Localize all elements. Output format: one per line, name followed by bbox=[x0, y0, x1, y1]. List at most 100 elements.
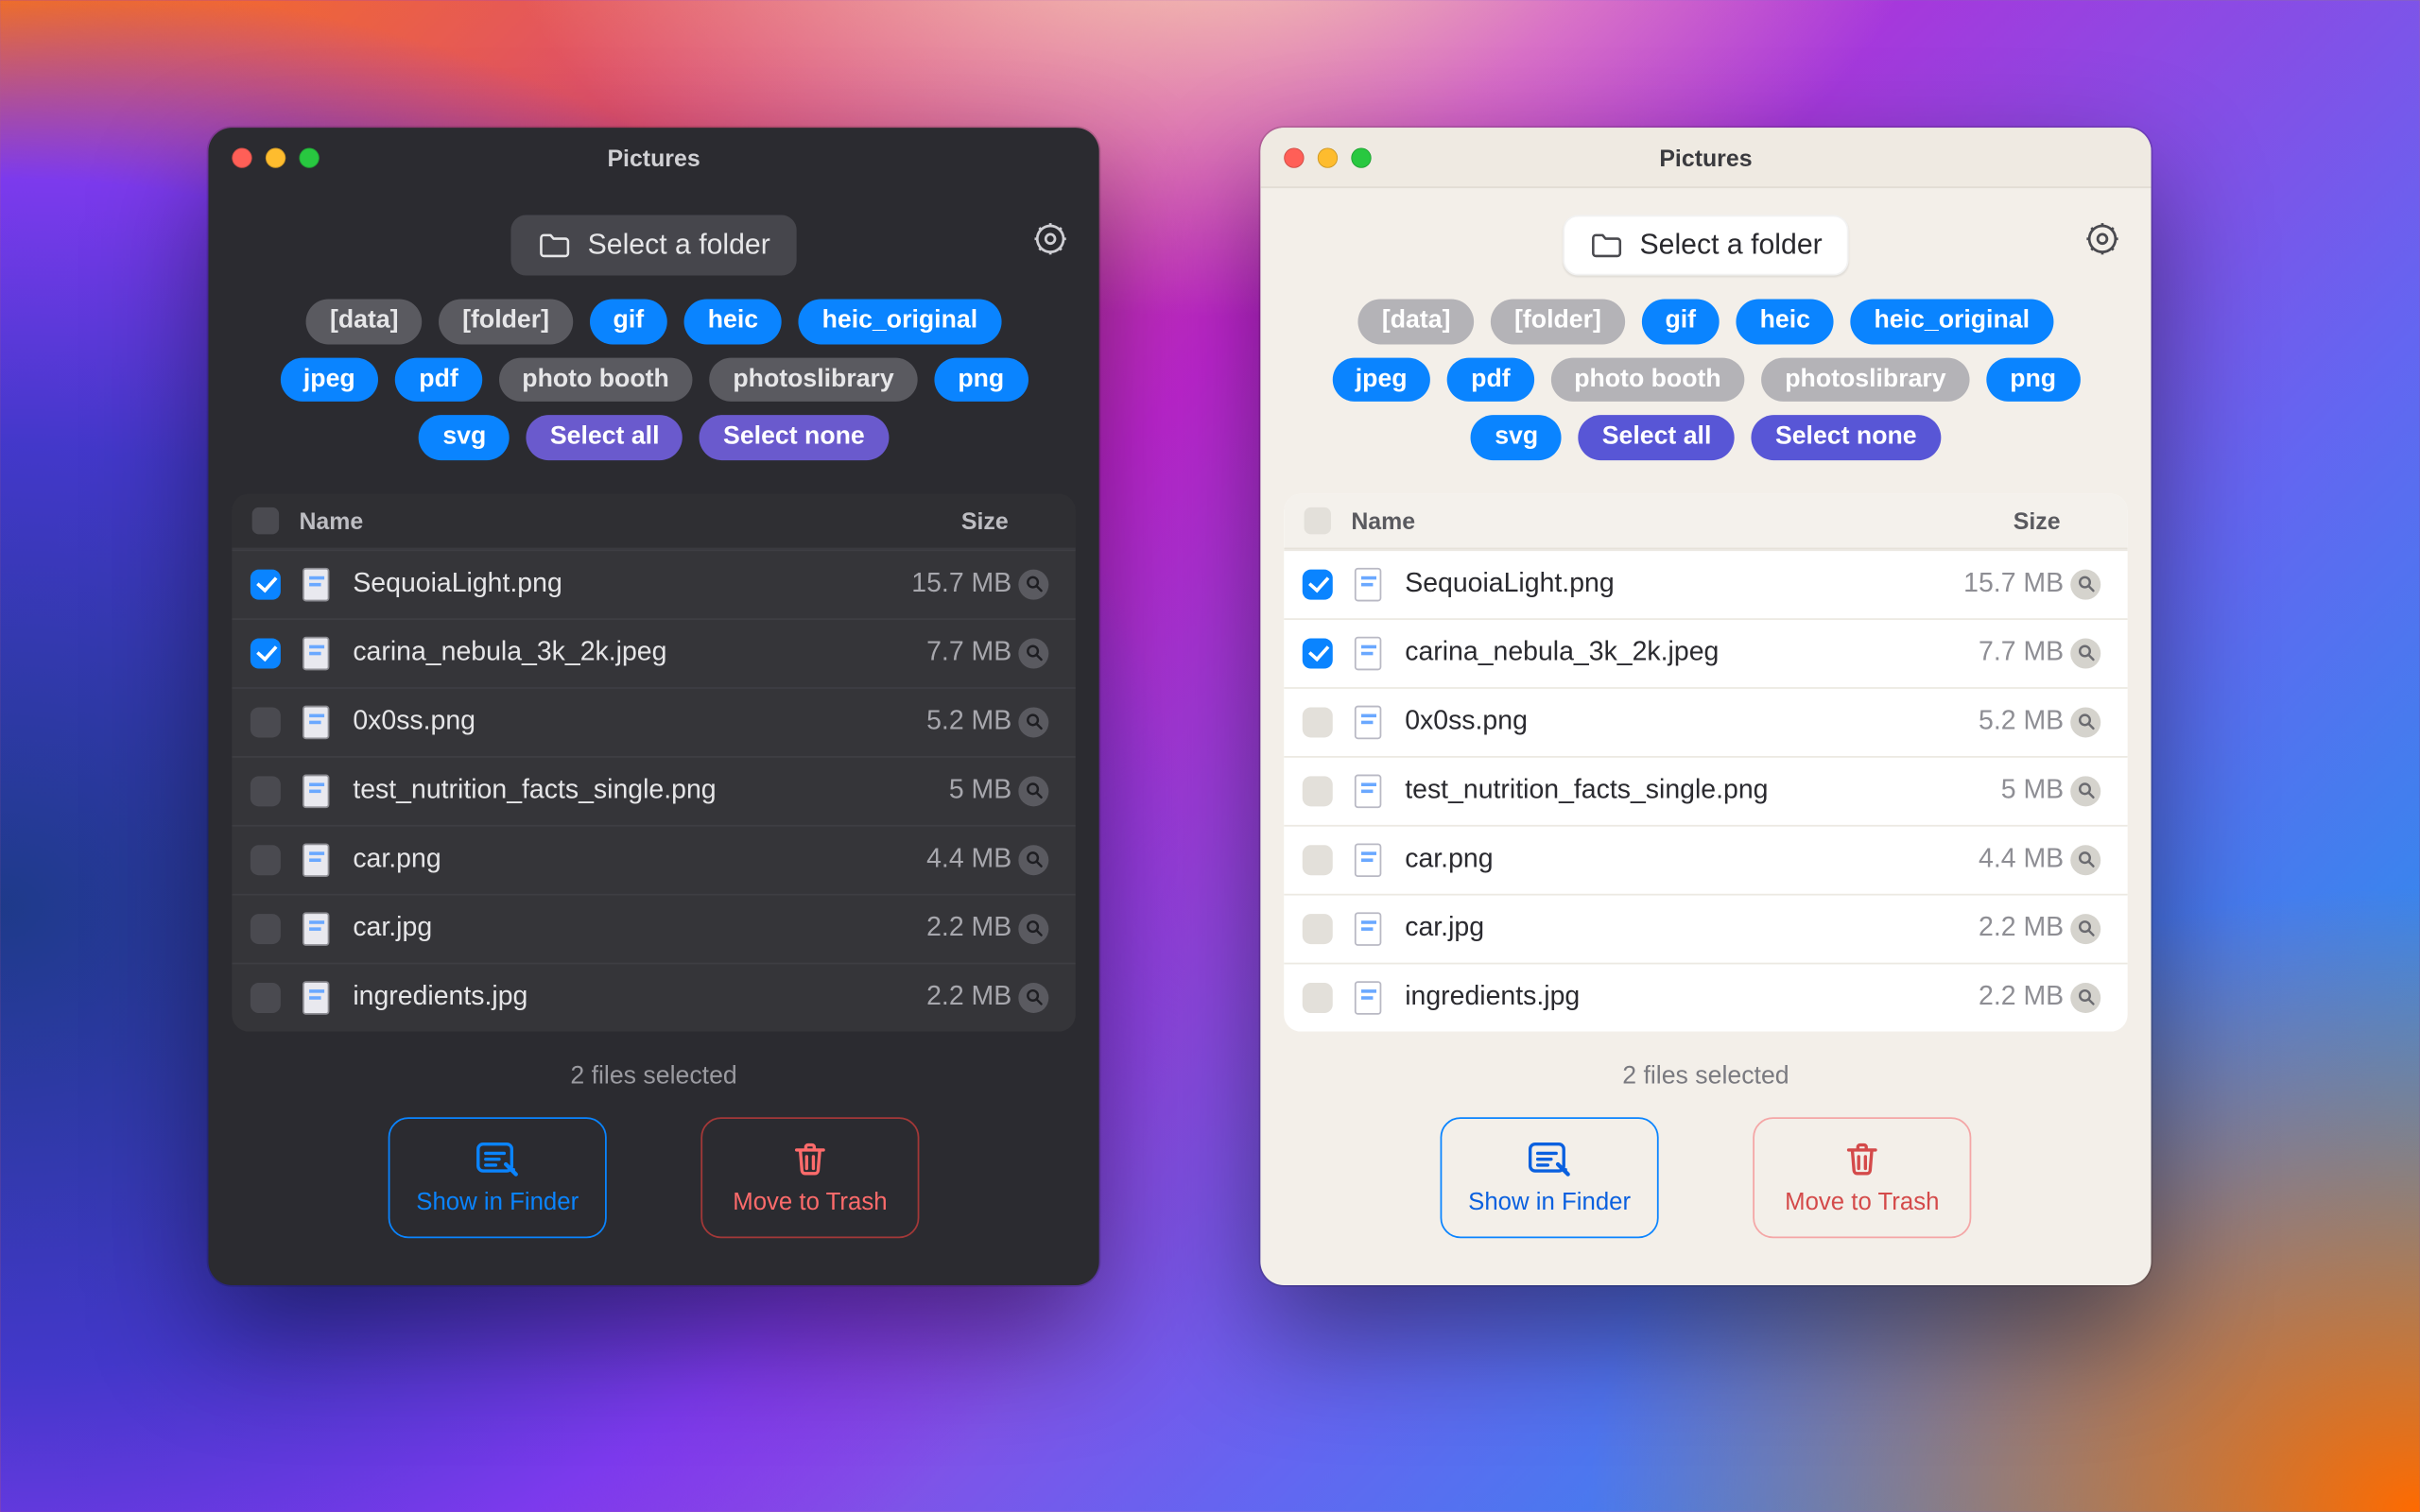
folder-icon bbox=[537, 232, 571, 258]
filter-chip[interactable]: pdf bbox=[1447, 357, 1533, 402]
quicklook-button[interactable] bbox=[2070, 638, 2100, 668]
filter-chip[interactable]: pdf bbox=[395, 357, 481, 402]
selection-status: 2 files selected bbox=[1260, 1031, 2151, 1103]
file-name: carina_nebula_3k_2k.jpeg bbox=[1392, 638, 1912, 668]
quicklook-button[interactable] bbox=[1018, 913, 1048, 943]
table-row[interactable]: car.jpg2.2 MB bbox=[1284, 893, 2127, 962]
file-name: test_nutrition_facts_single.png bbox=[1392, 775, 1912, 805]
row-checkbox[interactable] bbox=[1303, 707, 1333, 737]
row-checkbox[interactable] bbox=[251, 844, 281, 874]
filter-chip[interactable]: gif bbox=[590, 299, 667, 343]
settings-button[interactable] bbox=[2083, 220, 2120, 266]
row-checkbox[interactable] bbox=[1303, 569, 1333, 599]
row-checkbox[interactable] bbox=[1303, 982, 1333, 1012]
row-checkbox[interactable] bbox=[251, 775, 281, 805]
table-row[interactable]: carina_nebula_3k_2k.jpeg7.7 MB bbox=[1284, 617, 2127, 686]
quicklook-button[interactable] bbox=[1018, 569, 1048, 599]
table-row[interactable]: car.jpg2.2 MB bbox=[232, 893, 1075, 962]
select-none-button[interactable]: Select none bbox=[1752, 415, 1940, 459]
filter-chip[interactable]: [folder] bbox=[1491, 299, 1625, 343]
table-row[interactable]: SequoiaLight.png15.7 MB bbox=[1284, 548, 2127, 617]
table-row[interactable]: car.png4.4 MB bbox=[1284, 824, 2127, 893]
quicklook-button[interactable] bbox=[1018, 638, 1048, 668]
file-icon bbox=[302, 843, 329, 877]
quicklook-button[interactable] bbox=[2070, 775, 2100, 805]
select-all-button[interactable]: Select all bbox=[1579, 415, 1735, 459]
quicklook-button[interactable] bbox=[2070, 844, 2100, 874]
column-name-header[interactable]: Name bbox=[299, 507, 860, 533]
show-in-finder-button[interactable]: Show in Finder bbox=[389, 1116, 607, 1237]
filter-chip[interactable]: heic bbox=[1737, 299, 1834, 343]
header-checkbox[interactable] bbox=[1305, 507, 1331, 533]
filter-chip[interactable]: gif bbox=[1642, 299, 1720, 343]
table-row[interactable]: test_nutrition_facts_single.png5 MB bbox=[1284, 755, 2127, 824]
quicklook-button[interactable] bbox=[1018, 982, 1048, 1012]
table-row[interactable]: 0x0ss.png5.2 MB bbox=[232, 686, 1075, 755]
table-row[interactable]: SequoiaLight.png15.7 MB bbox=[232, 548, 1075, 617]
row-checkbox[interactable] bbox=[251, 707, 281, 737]
row-checkbox[interactable] bbox=[1303, 775, 1333, 805]
filter-chip[interactable]: [data] bbox=[306, 299, 422, 343]
filter-chip[interactable]: heic_original bbox=[1851, 299, 2053, 343]
select-none-button[interactable]: Select none bbox=[700, 415, 888, 459]
quicklook-button[interactable] bbox=[2070, 569, 2100, 599]
quicklook-button[interactable] bbox=[1018, 707, 1048, 737]
table-row[interactable]: carina_nebula_3k_2k.jpeg7.7 MB bbox=[232, 617, 1075, 686]
row-checkbox[interactable] bbox=[251, 638, 281, 668]
filter-chip[interactable]: photo booth bbox=[1550, 357, 1744, 402]
file-icon bbox=[1355, 843, 1381, 877]
row-checkbox[interactable] bbox=[1303, 638, 1333, 668]
select-folder-button[interactable]: Select a folder bbox=[510, 215, 797, 276]
filter-chip[interactable]: heic_original bbox=[799, 299, 1001, 343]
table-body: SequoiaLight.png15.7 MBcarina_nebula_3k_… bbox=[1284, 548, 2127, 1030]
toolbar: Select a folder bbox=[1260, 188, 2151, 289]
table-row[interactable]: 0x0ss.png5.2 MB bbox=[1284, 686, 2127, 755]
filter-chip[interactable]: photoslibrary bbox=[709, 357, 917, 402]
column-size-header[interactable]: Size bbox=[1912, 507, 2064, 533]
settings-button[interactable] bbox=[1032, 220, 1069, 266]
file-name: ingredients.jpg bbox=[339, 982, 860, 1012]
file-size: 5 MB bbox=[1912, 775, 2064, 805]
row-checkbox[interactable] bbox=[251, 982, 281, 1012]
column-name-header[interactable]: Name bbox=[1351, 507, 1912, 533]
filter-chip[interactable]: svg bbox=[419, 415, 510, 459]
quicklook-button[interactable] bbox=[2070, 982, 2100, 1012]
file-size: 2.2 MB bbox=[860, 913, 1011, 943]
filter-chip[interactable]: heic bbox=[684, 299, 782, 343]
select-all-button[interactable]: Select all bbox=[527, 415, 683, 459]
window-title: Pictures bbox=[208, 145, 1098, 171]
file-icon bbox=[1355, 705, 1381, 739]
file-icon bbox=[1355, 636, 1381, 670]
table-row[interactable]: car.png4.4 MB bbox=[232, 824, 1075, 893]
quicklook-button[interactable] bbox=[2070, 913, 2100, 943]
quicklook-button[interactable] bbox=[1018, 775, 1048, 805]
quicklook-button[interactable] bbox=[2070, 707, 2100, 737]
row-checkbox[interactable] bbox=[1303, 913, 1333, 943]
table-row[interactable]: test_nutrition_facts_single.png5 MB bbox=[232, 755, 1075, 824]
move-to-trash-button[interactable]: Move to Trash bbox=[700, 1116, 919, 1237]
filter-chip[interactable]: svg bbox=[1471, 415, 1562, 459]
finder-select-icon bbox=[474, 1138, 521, 1178]
select-folder-button[interactable]: Select a folder bbox=[1563, 215, 1849, 276]
filter-chip[interactable]: jpeg bbox=[280, 357, 379, 402]
column-size-header[interactable]: Size bbox=[860, 507, 1011, 533]
filter-chip[interactable]: png bbox=[934, 357, 1028, 402]
row-checkbox[interactable] bbox=[251, 569, 281, 599]
file-icon bbox=[1355, 567, 1381, 601]
table-row[interactable]: ingredients.jpg2.2 MB bbox=[232, 962, 1075, 1031]
row-checkbox[interactable] bbox=[251, 913, 281, 943]
filter-chip[interactable]: png bbox=[1986, 357, 2080, 402]
show-in-finder-button[interactable]: Show in Finder bbox=[1441, 1116, 1659, 1237]
filter-chip[interactable]: photo booth bbox=[498, 357, 692, 402]
row-checkbox[interactable] bbox=[1303, 844, 1333, 874]
file-size: 5.2 MB bbox=[1912, 707, 2064, 737]
table-row[interactable]: ingredients.jpg2.2 MB bbox=[1284, 962, 2127, 1031]
filter-chip[interactable]: photoslibrary bbox=[1761, 357, 1969, 402]
folder-icon bbox=[1589, 232, 1623, 258]
filter-chip[interactable]: [folder] bbox=[439, 299, 573, 343]
filter-chip[interactable]: jpeg bbox=[1332, 357, 1431, 402]
filter-chip[interactable]: [data] bbox=[1358, 299, 1474, 343]
move-to-trash-button[interactable]: Move to Trash bbox=[1753, 1116, 1971, 1237]
quicklook-button[interactable] bbox=[1018, 844, 1048, 874]
header-checkbox[interactable] bbox=[252, 507, 279, 533]
